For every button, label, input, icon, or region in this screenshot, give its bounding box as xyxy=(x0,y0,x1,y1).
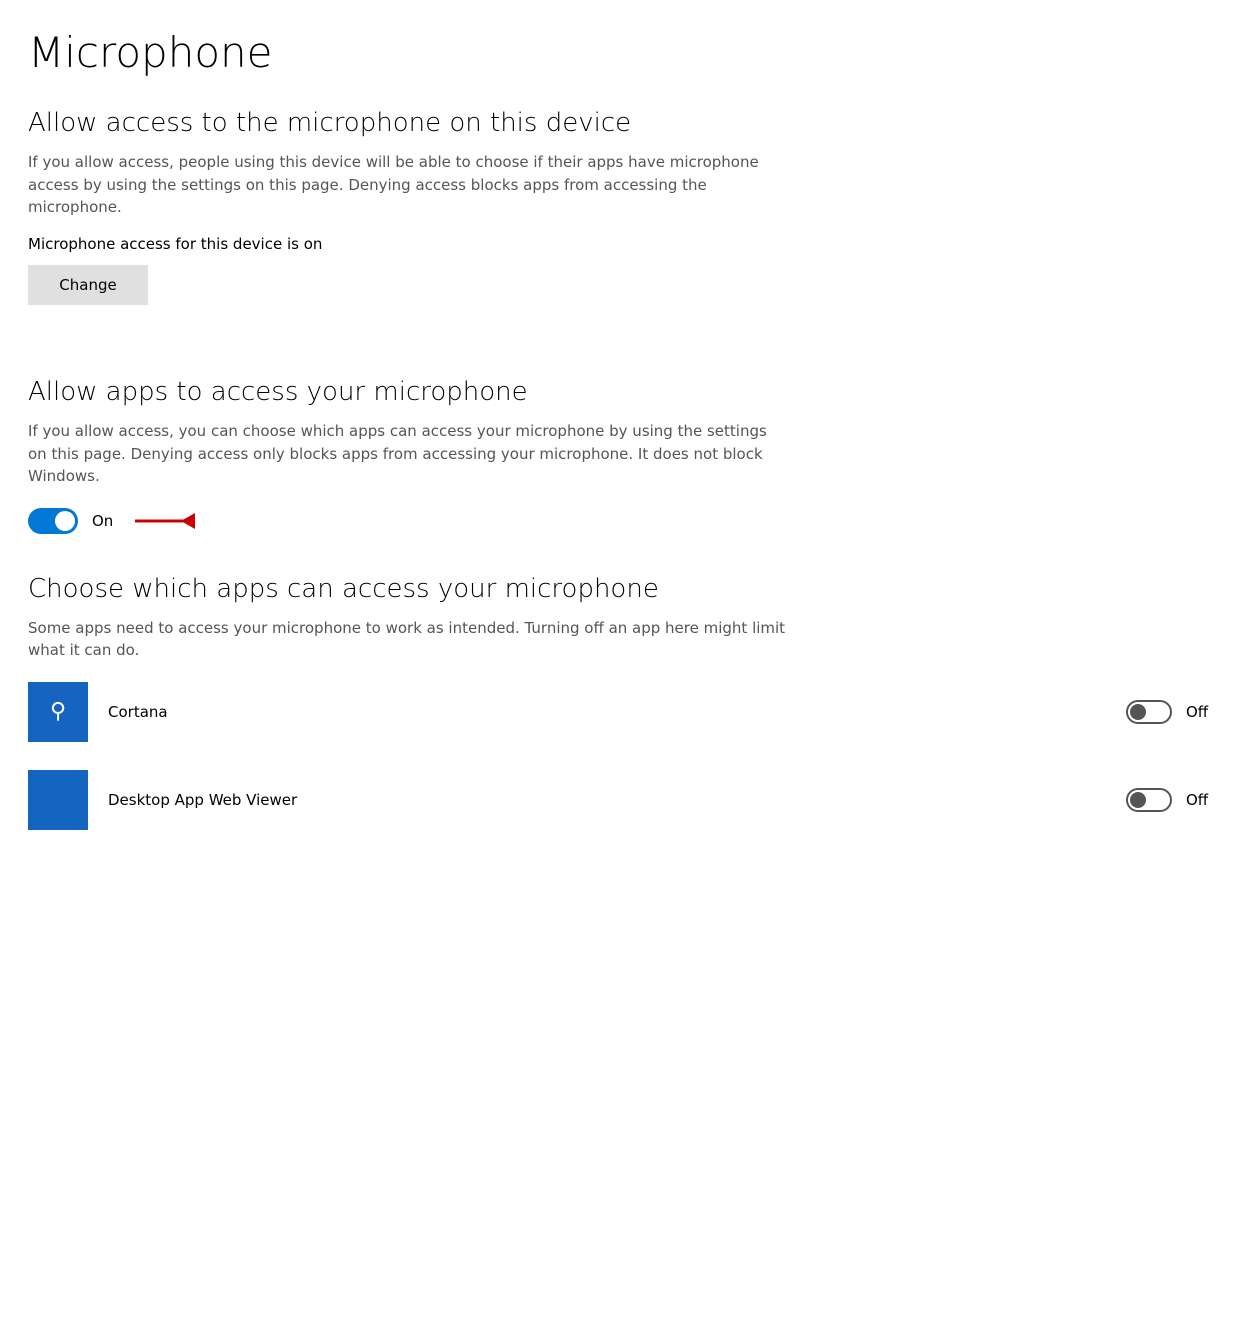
section3-description: Some apps need to access your microphone… xyxy=(28,617,788,662)
cortana-toggle-row: Off xyxy=(1126,700,1216,724)
desktop-viewer-toggle-row: Off xyxy=(1126,788,1216,812)
cortana-toggle-label: Off xyxy=(1186,703,1216,721)
app-item-cortana: ⚲ Cortana Off xyxy=(28,682,1216,742)
page-title: Microphone xyxy=(28,30,1216,76)
cortana-icon: ⚲ xyxy=(28,682,88,742)
desktop-viewer-toggle[interactable] xyxy=(1126,788,1172,812)
device-access-status: Microphone access for this device is on xyxy=(28,235,1216,253)
desktop-viewer-toggle-label: Off xyxy=(1186,791,1216,809)
arrow-annotation xyxy=(135,513,195,529)
cortana-toggle[interactable] xyxy=(1126,700,1172,724)
section2-description: If you allow access, you can choose whic… xyxy=(28,420,788,488)
section2-heading: Allow apps to access your microphone xyxy=(28,377,1216,408)
section1-description: If you allow access, people using this d… xyxy=(28,151,788,219)
section1-heading: Allow access to the microphone on this d… xyxy=(28,108,1216,139)
toggle-knob xyxy=(55,511,75,531)
desktop-viewer-toggle-knob xyxy=(1130,792,1146,808)
cortana-search-glyph: ⚲ xyxy=(50,699,66,724)
apps-access-toggle-label: On xyxy=(92,512,113,530)
desktop-viewer-icon xyxy=(28,770,88,830)
section3-heading: Choose which apps can access your microp… xyxy=(28,574,1216,605)
app-item-desktop-viewer: Desktop App Web Viewer Off xyxy=(28,770,1216,830)
cortana-toggle-knob xyxy=(1130,704,1146,720)
section-device-access: Allow access to the microphone on this d… xyxy=(28,108,1216,345)
desktop-viewer-app-name: Desktop App Web Viewer xyxy=(108,791,468,809)
apps-access-toggle[interactable] xyxy=(28,508,78,534)
app-list: ⚲ Cortana Off Desktop App Web Viewer Off xyxy=(28,682,1216,830)
section-choose-apps: Choose which apps can access your microp… xyxy=(28,574,1216,830)
apps-access-toggle-row: On xyxy=(28,508,1216,534)
change-button[interactable]: Change xyxy=(28,265,148,305)
cortana-app-name: Cortana xyxy=(108,703,468,721)
section-apps-access: Allow apps to access your microphone If … xyxy=(28,377,1216,534)
red-arrow-icon xyxy=(135,513,195,529)
